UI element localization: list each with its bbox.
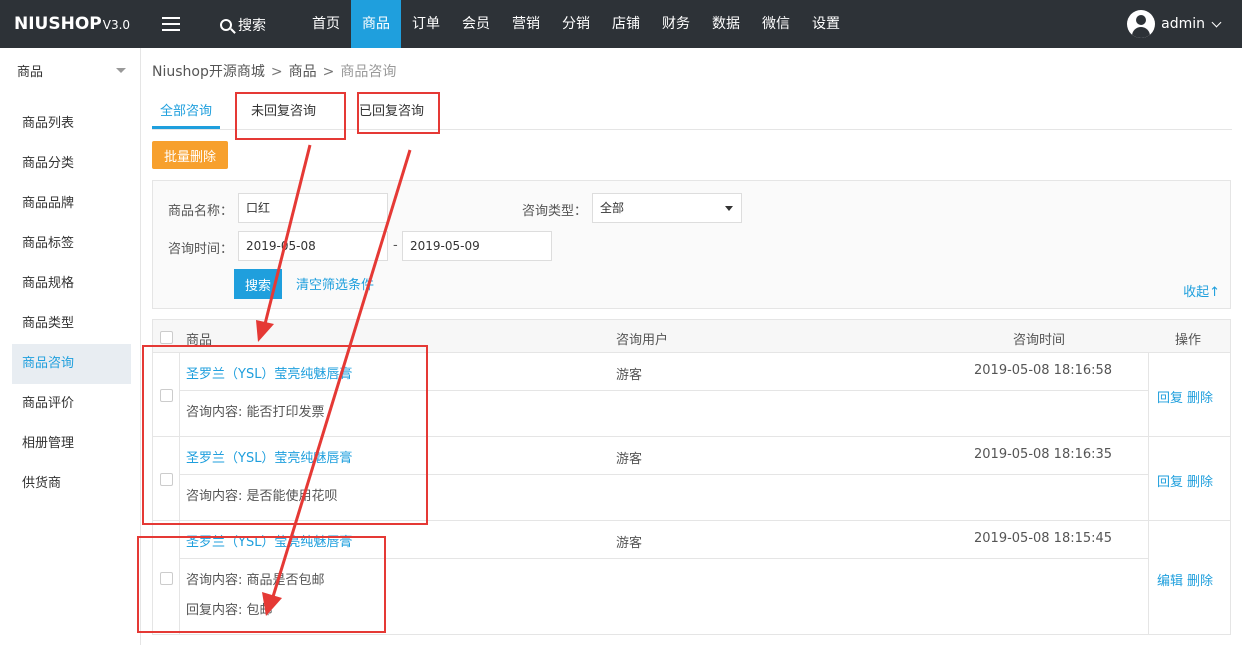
annotation-box-unreplied-rows <box>142 345 428 525</box>
sidebar-item-supplier[interactable]: 供货商 <box>12 464 131 504</box>
batch-delete-button[interactable]: 批量删除 <box>152 141 228 169</box>
top-search-button[interactable]: 搜索 <box>220 15 266 35</box>
column-header-user: 咨询用户 <box>616 333 669 348</box>
delete-link[interactable]: 删除 <box>1187 574 1213 589</box>
sidebar-list: 商品列表 商品分类 商品品牌 商品标签 商品规格 商品类型 商品咨询 商品评价 … <box>12 104 131 504</box>
top-search-label: 搜索 <box>238 18 266 34</box>
consult-type-label: 咨询类型： <box>522 204 588 219</box>
sidebar: 商品 商品列表 商品分类 商品品牌 商品标签 商品规格 商品类型 商品咨询 商品… <box>0 48 141 645</box>
consult-time: 2019-05-08 18:16:35 <box>974 447 1113 462</box>
tab-all-consults[interactable]: 全部咨询 <box>160 100 212 119</box>
nav-item-goods[interactable]: 商品 <box>351 0 401 48</box>
breadcrumb-goods[interactable]: 商品 <box>289 64 317 80</box>
nav-item-marketing[interactable]: 营销 <box>501 0 551 48</box>
consult-time-label: 咨询时间： <box>168 242 234 257</box>
consult-user: 游客 <box>616 452 643 467</box>
nav-item-finance[interactable]: 财务 <box>651 0 701 48</box>
nav-item-members[interactable]: 会员 <box>451 0 501 48</box>
product-name-label: 商品名称： <box>168 204 234 219</box>
delete-link[interactable]: 删除 <box>1187 391 1213 406</box>
annotation-box-replied-tab <box>357 92 440 134</box>
logo: NIUSHOPV3.0 <box>14 14 130 34</box>
clear-filters-link[interactable]: 清空筛选条件 <box>296 274 374 293</box>
collapse-filters-link[interactable]: 收起↑ <box>1183 281 1220 300</box>
breadcrumb-current: 商品咨询 <box>340 64 397 80</box>
user-name: admin <box>1161 16 1205 32</box>
consult-time: 2019-05-08 18:16:58 <box>974 363 1113 378</box>
consult-type-value: 全部 <box>600 201 625 215</box>
chevron-down-icon <box>1211 17 1222 27</box>
sidebar-item-types[interactable]: 商品类型 <box>12 304 131 344</box>
select-arrow-icon <box>725 206 733 211</box>
sidebar-item-brand[interactable]: 商品品牌 <box>12 184 131 224</box>
sidebar-item-specs[interactable]: 商品规格 <box>12 264 131 304</box>
date-from-input[interactable]: 2019-05-08 <box>238 231 388 261</box>
edit-link[interactable]: 编辑 <box>1157 574 1183 589</box>
reply-link[interactable]: 回复 <box>1157 391 1183 406</box>
sidebar-item-reviews[interactable]: 商品评价 <box>12 384 131 424</box>
breadcrumb-separator: > <box>322 64 335 80</box>
breadcrumb: Niushop开源商城 > 商品 > 商品咨询 <box>152 61 396 81</box>
nav-item-data[interactable]: 数据 <box>701 0 751 48</box>
sidebar-section-title: 商品 <box>17 64 44 80</box>
sidebar-item-tags[interactable]: 商品标签 <box>12 224 131 264</box>
sidebar-section-header[interactable]: 商品 <box>0 48 140 92</box>
consult-time: 2019-05-08 18:15:45 <box>974 531 1113 546</box>
nav-item-distribution[interactable]: 分销 <box>551 0 601 48</box>
breadcrumb-home[interactable]: Niushop开源商城 <box>152 64 265 80</box>
logo-text: NIUSHOP <box>14 14 102 34</box>
menu-toggle-icon[interactable] <box>162 17 180 31</box>
filter-panel: 商品名称： 口红 咨询类型： 全部 咨询时间： 2019-05-08 - 201… <box>152 180 1231 309</box>
sidebar-item-product-list[interactable]: 商品列表 <box>12 104 131 144</box>
consult-type-select[interactable]: 全部 <box>592 193 742 223</box>
avatar <box>1127 10 1156 38</box>
sidebar-item-album[interactable]: 相册管理 <box>12 424 131 464</box>
user-menu[interactable]: admin <box>1127 10 1222 38</box>
delete-link[interactable]: 删除 <box>1187 475 1213 490</box>
sidebar-item-consult[interactable]: 商品咨询 <box>12 344 131 384</box>
main-nav: 首页 商品 订单 会员 营销 分销 店铺 财务 数据 微信 设置 <box>301 0 851 48</box>
column-header-time: 咨询时间 <box>1013 333 1066 348</box>
breadcrumb-separator: > <box>270 64 283 80</box>
date-range-separator: - <box>393 238 398 253</box>
consult-user: 游客 <box>616 536 643 551</box>
logo-version: V3.0 <box>102 18 131 32</box>
nav-item-orders[interactable]: 订单 <box>401 0 451 48</box>
nav-item-settings[interactable]: 设置 <box>801 0 851 48</box>
reply-link[interactable]: 回复 <box>1157 475 1183 490</box>
top-navbar: NIUSHOPV3.0 搜索 首页 商品 订单 会员 营销 分销 店铺 财务 数… <box>0 0 1242 48</box>
nav-item-store[interactable]: 店铺 <box>601 0 651 48</box>
nav-item-home[interactable]: 首页 <box>301 0 351 48</box>
select-all-checkbox[interactable] <box>160 331 173 344</box>
annotation-box-unreplied-tab <box>235 92 346 140</box>
nav-item-wechat[interactable]: 微信 <box>751 0 801 48</box>
product-name-input[interactable]: 口红 <box>238 193 388 223</box>
column-header-actions: 操作 <box>1175 333 1202 348</box>
search-button[interactable]: 搜索 <box>234 269 282 299</box>
sidebar-item-category[interactable]: 商品分类 <box>12 144 131 184</box>
search-icon <box>220 19 232 31</box>
annotation-box-replied-row <box>137 536 386 633</box>
active-tab-indicator <box>152 126 220 129</box>
date-to-input[interactable]: 2019-05-09 <box>402 231 552 261</box>
consult-user: 游客 <box>616 368 643 383</box>
caret-down-icon <box>116 67 126 73</box>
